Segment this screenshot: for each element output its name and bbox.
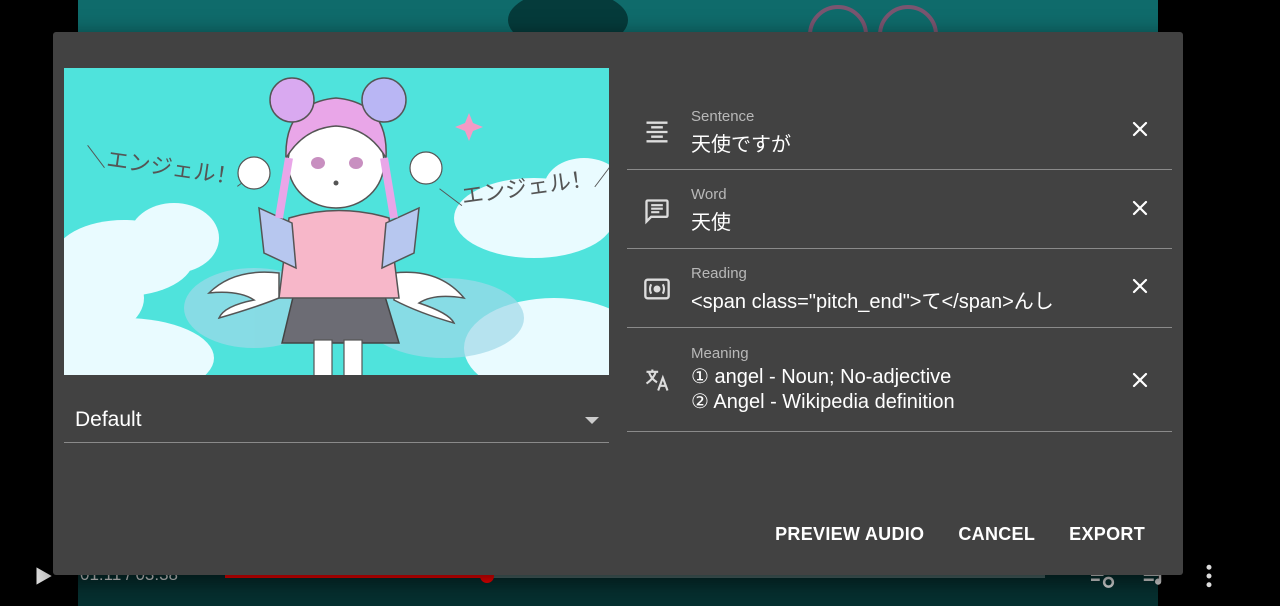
field-value-word[interactable]: 天使 bbox=[691, 206, 731, 235]
video-thumbnail: ＼エンジェル！／ ＼エンジェル！／ bbox=[64, 68, 609, 375]
field-sentence[interactable]: Sentence 天使ですが bbox=[627, 92, 1172, 170]
align-center-icon bbox=[646, 121, 668, 143]
field-reading[interactable]: Reading <span class="pitch_end">て</span>… bbox=[627, 249, 1172, 328]
clear-word-button[interactable] bbox=[1128, 196, 1152, 220]
field-value-meaning[interactable]: ① angel - Noun; No-adjective ② Angel - W… bbox=[691, 365, 955, 415]
clear-sentence-button[interactable] bbox=[1128, 117, 1152, 141]
export-button[interactable]: EXPORT bbox=[1053, 520, 1161, 549]
translate-icon bbox=[645, 369, 669, 391]
thumbnail-illustration: ＼エンジェル！／ ＼エンジェル！／ bbox=[64, 68, 609, 375]
meaning-line: ② Angel - Wikipedia definition bbox=[691, 391, 955, 413]
field-word[interactable]: Word 天使 bbox=[627, 170, 1172, 249]
clear-reading-button[interactable] bbox=[1128, 274, 1152, 298]
meaning-line: ① angel - Noun; No-adjective bbox=[691, 366, 952, 388]
track-select-value: Default bbox=[75, 408, 142, 431]
field-meaning[interactable]: Meaning ① angel - Noun; No-adjective ② A… bbox=[627, 328, 1172, 432]
audio-box-icon bbox=[644, 278, 670, 300]
chat-text-icon bbox=[645, 199, 669, 225]
field-value-sentence[interactable]: 天使ですが bbox=[691, 128, 791, 157]
clear-meaning-button[interactable] bbox=[1128, 368, 1152, 392]
dialog-actions: PREVIEW AUDIO CANCEL EXPORT bbox=[757, 520, 1161, 549]
field-label-sentence: Sentence bbox=[691, 108, 755, 125]
field-label-word: Word bbox=[691, 186, 727, 203]
track-select[interactable]: Default bbox=[64, 397, 609, 443]
field-value-reading[interactable]: <span class="pitch_end">て</span>んし bbox=[691, 285, 1054, 314]
preview-audio-button[interactable]: PREVIEW AUDIO bbox=[759, 520, 940, 549]
field-label-reading: Reading bbox=[691, 265, 747, 282]
more-vert-icon[interactable] bbox=[1194, 561, 1224, 591]
field-label-meaning: Meaning bbox=[691, 345, 749, 362]
anki-export-dialog: ＼エンジェル！／ ＼エンジェル！／ Default Sentence 天使ですが… bbox=[53, 32, 1183, 575]
cancel-button[interactable]: CANCEL bbox=[942, 520, 1051, 549]
dropdown-arrow-icon bbox=[585, 417, 599, 424]
